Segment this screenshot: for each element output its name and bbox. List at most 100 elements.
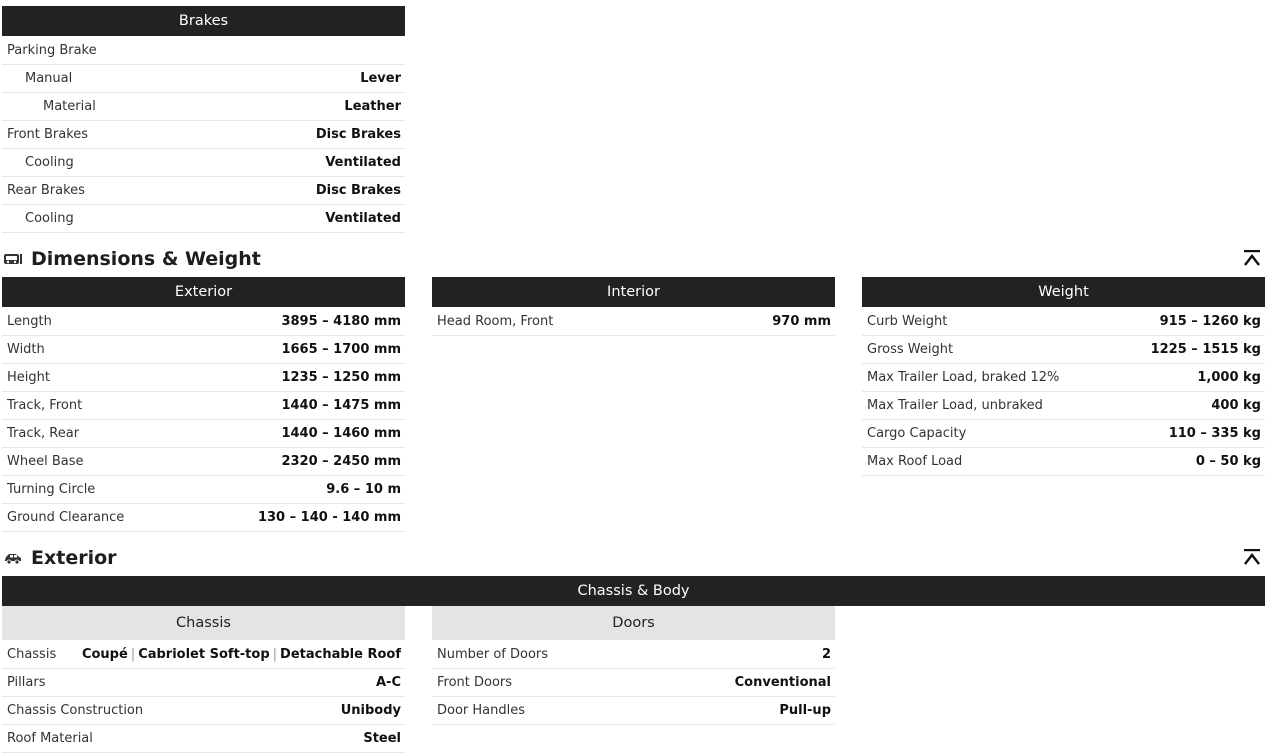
row-label: Parking Brake: [7, 42, 97, 58]
row-label: Wheel Base: [7, 454, 84, 469]
row-label: Chassis: [7, 646, 57, 662]
car-side-icon: [5, 554, 21, 565]
table-row: Width 1665 – 1700 mm: [2, 336, 405, 364]
brakes-row-material: Material Leather: [2, 93, 405, 121]
row-value: 1665 – 1700 mm: [281, 342, 401, 357]
table-row: Length 3895 – 4180 mm: [2, 307, 405, 336]
row-label: Number of Doors: [437, 646, 549, 662]
row-label: Front Brakes: [7, 127, 89, 142]
table-row: Roof Material Steel: [2, 725, 405, 753]
row-value: 400 kg: [1211, 398, 1261, 413]
table-row: Door Handles Pull-up: [432, 697, 835, 725]
table-row: Chassis Construction Unibody: [2, 697, 405, 725]
row-label: Cooling: [25, 155, 74, 170]
row-value: Pull-up: [779, 703, 831, 718]
row-value: 915 – 1260 kg: [1159, 313, 1261, 329]
row-label: Rear Brakes: [7, 183, 85, 198]
row-label: Cooling: [25, 211, 74, 226]
row-label: Track, Rear: [7, 426, 80, 441]
row-value: 1440 – 1475 mm: [281, 398, 401, 413]
row-label: Height: [7, 370, 50, 385]
table-row: Curb Weight 915 – 1260 kg: [862, 307, 1265, 336]
row-value: 1440 – 1460 mm: [281, 426, 401, 441]
table-row: Max Trailer Load, unbraked 400 kg: [862, 392, 1265, 420]
chevron-up-bar-icon: [1244, 549, 1260, 565]
row-value: 1225 – 1515 kg: [1150, 342, 1261, 357]
brakes-header: Brakes: [2, 6, 405, 36]
brakes-row-manual: Manual Lever: [2, 65, 405, 93]
separator: |: [130, 646, 136, 662]
section-title-dimensions: Dimensions & Weight: [3, 246, 261, 272]
doors-subheader: Doors: [432, 606, 835, 640]
row-value: 0 – 50 kg: [1195, 454, 1261, 469]
row-label: Width: [7, 342, 45, 357]
row-label: Length: [7, 313, 52, 329]
row-label: Manual: [25, 71, 73, 86]
brakes-row-rear-cooling: Cooling Ventilated: [2, 205, 405, 233]
weight-table: Weight Curb Weight 915 – 1260 kg Gross W…: [862, 277, 1265, 476]
table-row: Chassis Coupé | Cabriolet Soft-top | Detacha…: [2, 640, 405, 669]
collapse-exterior-button[interactable]: [1243, 548, 1263, 568]
row-value: 130 – 140 - 140 mm: [257, 510, 401, 525]
exterior-dimensions-table: Exterior Length 3895 – 4180 mm Width 166…: [2, 277, 405, 532]
chassis-option: Cabriolet Soft-top: [138, 646, 270, 662]
interior-header: Interior: [432, 277, 835, 307]
row-label: Door Handles: [437, 703, 526, 718]
table-row: Max Roof Load 0 – 50 kg: [862, 448, 1265, 476]
row-value: 3895 – 4180 mm: [281, 313, 401, 329]
weight-header: Weight: [862, 277, 1265, 307]
brakes-row-front-brakes: Front Brakes Disc Brakes: [2, 121, 405, 149]
collapse-dimensions-button[interactable]: [1243, 249, 1263, 269]
chassis-body-header: Chassis & Body: [2, 576, 1265, 606]
row-value: Ventilated: [325, 211, 401, 226]
row-label: Pillars: [7, 675, 46, 690]
row-label: Max Trailer Load, braked 12%: [867, 370, 1060, 385]
doors-table: Doors Number of Doors 2 Front Doors Conv…: [432, 606, 835, 725]
section-title-text: Dimensions & Weight: [31, 248, 261, 270]
row-label: Max Trailer Load, unbraked: [867, 398, 1043, 413]
row-label: Cargo Capacity: [867, 426, 967, 441]
row-label: Front Doors: [437, 675, 513, 690]
table-row: Gross Weight 1225 – 1515 kg: [862, 336, 1265, 364]
table-row: Cargo Capacity 110 – 335 kg: [862, 420, 1265, 448]
table-row: Ground Clearance 130 – 140 - 140 mm: [2, 504, 405, 532]
row-value: 9.6 – 10 m: [326, 482, 401, 497]
table-row: Number of Doors 2: [432, 640, 835, 669]
brakes-row-front-cooling: Cooling Ventilated: [2, 149, 405, 177]
row-value: 110 – 335 kg: [1168, 426, 1261, 441]
section-title-exterior: Exterior: [3, 545, 117, 571]
row-value: Coupé | Cabriolet Soft-top | Detachable Roof: [82, 647, 401, 662]
chassis-option: Detachable Roof: [280, 646, 401, 662]
row-value: 2320 – 2450 mm: [281, 454, 401, 469]
row-value: A-C: [376, 675, 401, 690]
row-value: Disc Brakes: [315, 127, 401, 142]
table-row: Head Room, Front 970 mm: [432, 307, 835, 336]
chevron-up-bar-icon: [1244, 250, 1260, 266]
row-value: 1,000 kg: [1197, 370, 1261, 385]
brakes-row-rear-brakes: Rear Brakes Disc Brakes: [2, 177, 405, 205]
row-value: Unibody: [340, 703, 401, 718]
row-label: Max Roof Load: [867, 454, 963, 469]
row-value: Steel: [363, 731, 401, 746]
row-value: 970 mm: [772, 313, 831, 329]
brakes-table: Brakes Parking Brake Manual Lever Materi…: [2, 6, 405, 233]
row-value: Conventional: [734, 675, 831, 690]
chassis-subheader: Chassis: [2, 606, 405, 640]
row-label: Gross Weight: [867, 342, 954, 357]
row-label: Chassis Construction: [7, 703, 144, 718]
row-label: Ground Clearance: [7, 510, 125, 525]
row-value: Disc Brakes: [315, 183, 401, 198]
car-front-icon: [4, 254, 22, 264]
table-row: Turning Circle 9.6 – 10 m: [2, 476, 405, 504]
brakes-row-parking-brake: Parking Brake: [2, 36, 405, 65]
table-row: Max Trailer Load, braked 12% 1,000 kg: [862, 364, 1265, 392]
row-value: Leather: [344, 99, 401, 114]
row-label: Curb Weight: [867, 313, 948, 329]
section-title-text: Exterior: [31, 547, 117, 569]
row-label: Material: [43, 99, 96, 114]
row-label: Roof Material: [7, 731, 93, 746]
row-label: Track, Front: [7, 398, 83, 413]
row-value: 1235 – 1250 mm: [281, 370, 401, 385]
table-row: Front Doors Conventional: [432, 669, 835, 697]
row-label: Turning Circle: [7, 482, 96, 497]
